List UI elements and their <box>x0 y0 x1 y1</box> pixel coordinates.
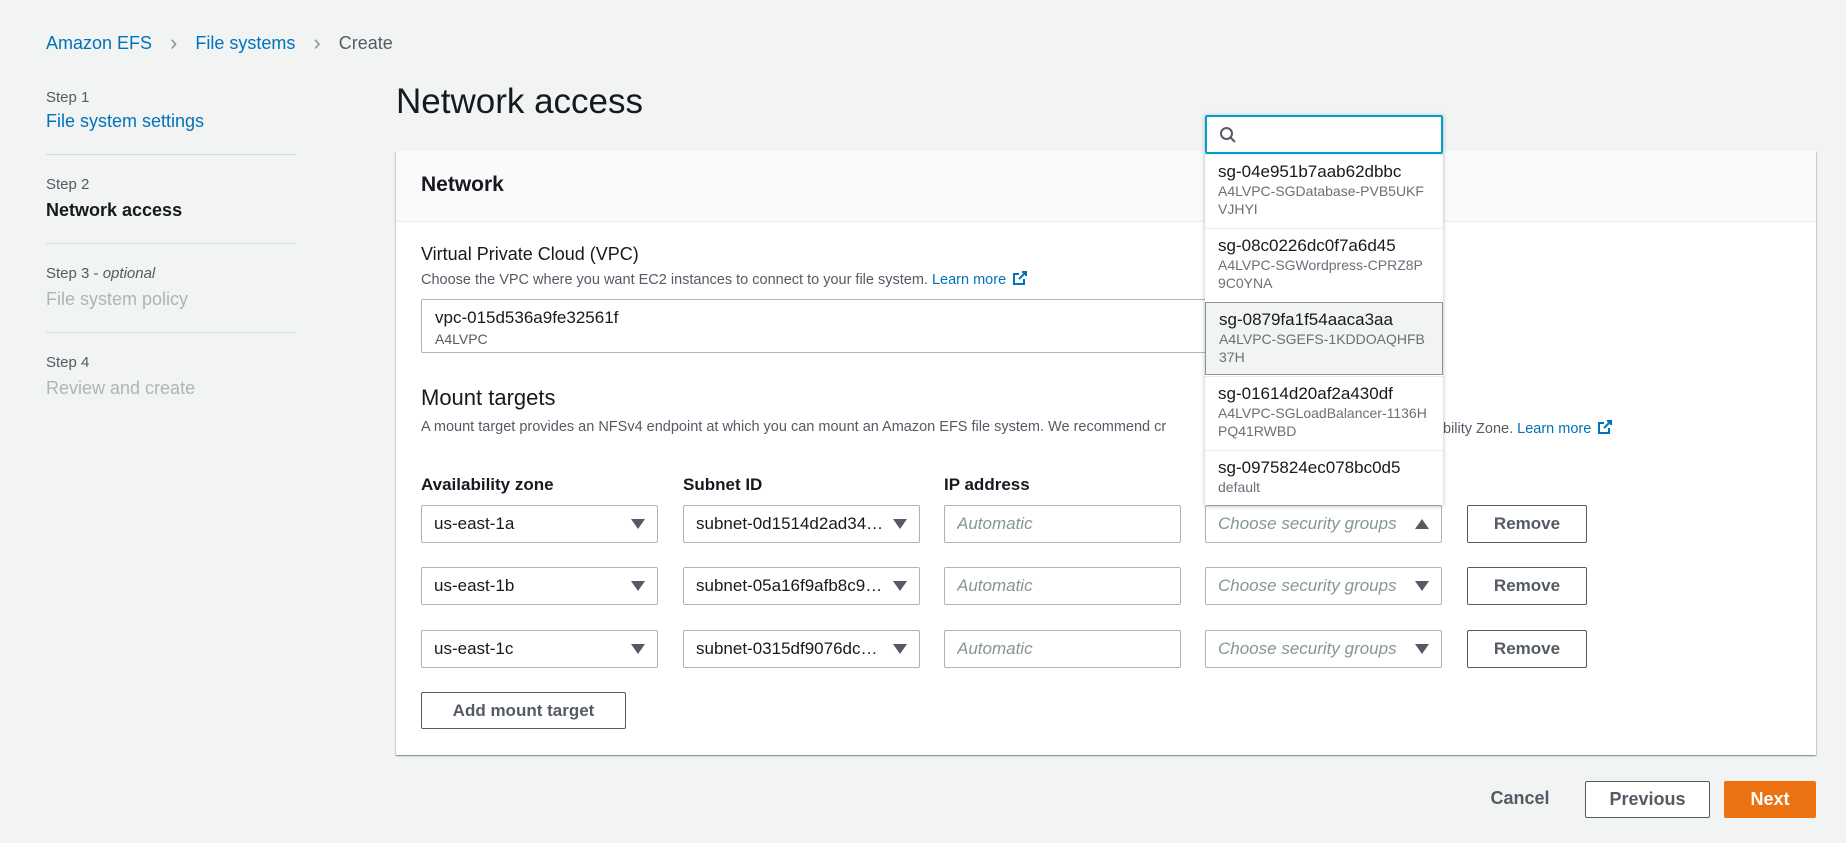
vpc-description: Choose the VPC where you want EC2 instan… <box>421 270 1028 288</box>
step-number: Step 4 <box>46 354 90 371</box>
security-group-name: A4LVPC-SGLoadBalancer-1136HPQ41RWBD <box>1218 405 1427 439</box>
vpc-id: vpc-015d536a9fe32561f <box>435 308 619 327</box>
ip-address-input[interactable]: Automatic <box>944 630 1181 668</box>
external-link-icon <box>1598 420 1613 434</box>
column-header-ip-address: IP address <box>944 475 1030 494</box>
subnet-id-select[interactable]: subnet-0d1514d2ad34e8ab0 <box>683 505 920 543</box>
mount-targets-title: Mount targets <box>421 385 556 410</box>
security-group-name: A4LVPC-SGDatabase-PVB5UKFVJHYI <box>1218 183 1424 217</box>
cancel-button[interactable]: Cancel <box>1470 780 1570 816</box>
security-group-name: default <box>1218 479 1261 495</box>
security-group-option[interactable]: sg-01614d20af2a430df A4LVPC-SGLoadBalanc… <box>1205 376 1443 449</box>
caret-down-icon <box>893 644 907 654</box>
security-group-name: A4LVPC-SGWordpress-CPRZ8P9C0YNA <box>1218 257 1423 291</box>
caret-down-icon <box>1415 581 1429 591</box>
availability-zone-select[interactable]: us-east-1a <box>421 505 658 543</box>
ip-address-input[interactable]: Automatic <box>944 505 1181 543</box>
security-group-id: sg-04e951b7aab62dbbc <box>1218 162 1402 181</box>
caret-up-icon <box>1415 519 1429 529</box>
caret-down-icon <box>631 581 645 591</box>
next-button[interactable]: Next <box>1724 781 1816 818</box>
step-review-and-create: Review and create <box>46 378 196 398</box>
vpc-name: A4LVPC <box>435 331 488 347</box>
caret-down-icon <box>631 644 645 654</box>
availability-zone-select[interactable]: us-east-1c <box>421 630 658 668</box>
security-groups-search[interactable] <box>1205 115 1443 154</box>
add-mount-target-button[interactable]: Add mount target <box>421 692 626 729</box>
security-group-option[interactable]: sg-0975824ec078bc0d5 default <box>1205 450 1443 505</box>
security-group-id: sg-0879fa1f54aaca3aa <box>1219 310 1393 329</box>
chevron-right-icon: › <box>313 30 321 55</box>
security-groups-select[interactable]: Choose security groups <box>1205 630 1442 668</box>
vpc-select[interactable]: vpc-015d536a9fe32561f A4LVPC <box>421 299 1321 353</box>
optional-label: optional <box>102 265 156 282</box>
caret-down-icon <box>1415 644 1429 654</box>
remove-mount-target-button[interactable]: Remove <box>1467 630 1587 668</box>
security-group-option[interactable]: sg-08c0226dc0f7a6d45 A4LVPC-SGWordpress-… <box>1205 228 1443 301</box>
search-icon <box>1220 127 1236 143</box>
caret-down-icon <box>893 581 907 591</box>
vpc-learn-more-link[interactable]: Learn more <box>932 271 1028 288</box>
step-3: Step 3 - optional File system policy <box>46 264 296 333</box>
column-header-availability-zone: Availability zone <box>421 475 554 494</box>
page-title: Network access <box>396 82 644 121</box>
ip-address-input[interactable]: Automatic <box>944 567 1181 605</box>
previous-button[interactable]: Previous <box>1585 781 1710 818</box>
step-current-network-access: Network access <box>46 200 183 220</box>
breadcrumb-create: Create <box>338 32 393 53</box>
step-1: Step 1 File system settings <box>46 88 296 155</box>
mount-targets-description: A mount target provides an NFSv4 endpoin… <box>421 419 1167 435</box>
security-groups-dropdown: sg-04e951b7aab62dbbc A4LVPC-SGDatabase-P… <box>1205 115 1443 505</box>
security-group-name: A4LVPC-SGEFS-1KDDOAQHFB37H <box>1219 331 1425 365</box>
remove-mount-target-button[interactable]: Remove <box>1467 505 1587 543</box>
step-file-system-policy: File system policy <box>46 289 189 309</box>
panel-header <box>396 151 1816 222</box>
security-group-id: sg-08c0226dc0f7a6d45 <box>1218 236 1396 255</box>
security-groups-select[interactable]: Choose security groups <box>1205 567 1442 605</box>
caret-down-icon <box>893 519 907 529</box>
vpc-label: Virtual Private Cloud (VPC) <box>421 244 639 264</box>
step-number: Step 1 <box>46 89 90 106</box>
chevron-right-icon: › <box>170 30 178 55</box>
external-link-icon <box>1013 271 1028 285</box>
security-groups-select[interactable]: Choose security groups <box>1205 505 1442 543</box>
step-link-file-system-settings[interactable]: File system settings <box>46 111 204 131</box>
breadcrumb-file-systems[interactable]: File systems <box>195 33 295 54</box>
subnet-id-select[interactable]: subnet-05a16f9afb8c94ed1 <box>683 567 920 605</box>
subnet-id-select[interactable]: subnet-0315df9076dc7a2e5 <box>683 630 920 668</box>
remove-mount-target-button[interactable]: Remove <box>1467 567 1587 605</box>
step-number: Step 3 - optional <box>46 265 156 282</box>
step-4: Step 4 Review and create <box>46 353 296 421</box>
wizard-steps: Step 1 File system settings Step 2 Netwo… <box>46 88 296 441</box>
breadcrumb: Amazon EFS › File systems › Create <box>46 30 393 56</box>
mount-targets-description-tail: bility Zone. Learn more <box>1443 419 1613 437</box>
step-number: Step 2 <box>46 176 90 193</box>
security-group-id: sg-0975824ec078bc0d5 <box>1218 458 1401 477</box>
security-group-option-highlighted[interactable]: sg-0879fa1f54aaca3aa A4LVPC-SGEFS-1KDDOA… <box>1205 302 1443 375</box>
mount-targets-learn-more-link[interactable]: Learn more <box>1517 420 1613 437</box>
column-header-subnet-id: Subnet ID <box>683 475 763 494</box>
breadcrumb-amazon-efs[interactable]: Amazon EFS <box>46 33 152 54</box>
security-groups-search-input[interactable] <box>1247 121 1431 150</box>
network-panel: Network Virtual Private Cloud (VPC) Choo… <box>396 151 1816 755</box>
caret-down-icon <box>631 519 645 529</box>
security-group-id: sg-01614d20af2a430df <box>1218 384 1393 403</box>
security-group-option[interactable]: sg-04e951b7aab62dbbc A4LVPC-SGDatabase-P… <box>1205 154 1443 227</box>
step-2: Step 2 Network access <box>46 175 296 244</box>
panel-title: Network <box>421 173 504 196</box>
availability-zone-select[interactable]: us-east-1b <box>421 567 658 605</box>
